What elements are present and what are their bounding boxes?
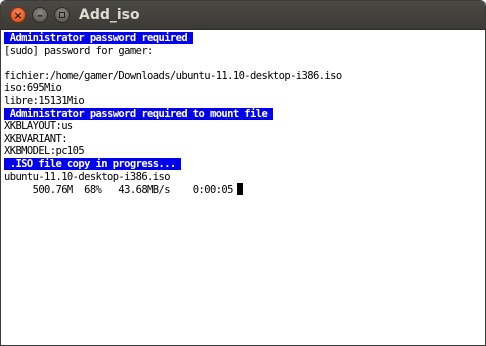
line-text: iso:695Mio bbox=[4, 82, 62, 95]
terminal-line: XKBLAYOUT:us bbox=[4, 120, 485, 133]
terminal-line: [sudo] password for gamer: bbox=[4, 45, 485, 58]
maximize-button[interactable] bbox=[54, 7, 70, 23]
line-text: XKBMODEL:pc105 bbox=[4, 145, 85, 158]
close-icon: × bbox=[13, 8, 23, 22]
close-button[interactable]: × bbox=[10, 7, 26, 23]
minimize-button[interactable]: – bbox=[32, 7, 48, 23]
terminal-line: XKBVARIANT: bbox=[4, 133, 485, 146]
terminal-window: × – Add_iso Administrator password requi… bbox=[0, 0, 486, 346]
terminal-line: ubuntu-11.10-desktop-i386.iso bbox=[4, 171, 485, 184]
progress-status: 500.76M 68% 43.68MB/s 0:00:05 bbox=[4, 184, 234, 197]
terminal-line: fichier:/home/gamer/Downloads/ubuntu-11.… bbox=[4, 70, 485, 83]
terminal-cursor bbox=[236, 183, 243, 196]
window-title: Add_iso bbox=[79, 7, 140, 23]
terminal-line: 500.76M 68% 43.68MB/s 0:00:05 bbox=[4, 183, 485, 196]
terminal-output[interactable]: Administrator password required [sudo] p… bbox=[1, 30, 485, 345]
maximize-icon bbox=[59, 12, 65, 18]
terminal-line: .ISO file copy in progress... bbox=[4, 157, 485, 171]
title-bar[interactable]: × – Add_iso bbox=[1, 1, 485, 30]
line-text: ubuntu-11.10-desktop-i386.iso bbox=[4, 170, 171, 183]
terminal-line: iso:695Mio bbox=[4, 82, 485, 95]
prompt-banner: Administrator password required to mount… bbox=[4, 107, 273, 120]
prompt-banner: Administrator password required bbox=[4, 32, 193, 44]
line-text: XKBVARIANT: bbox=[4, 132, 68, 145]
line-text: XKBLAYOUT:us bbox=[4, 120, 73, 133]
line-text: fichier:/home/gamer/Downloads/ubuntu-11.… bbox=[4, 69, 342, 82]
minimize-icon: – bbox=[37, 8, 43, 22]
terminal-line: libre:15131Mio bbox=[4, 95, 485, 108]
terminal-line: XKBMODEL:pc105 bbox=[4, 145, 485, 158]
line-text: [sudo] password for gamer: bbox=[4, 44, 153, 57]
terminal-line: Administrator password required to mount… bbox=[4, 107, 485, 121]
line-text: libre:15131Mio bbox=[4, 94, 85, 107]
progress-banner: .ISO file copy in progress... bbox=[4, 157, 182, 170]
terminal-line: Administrator password required bbox=[4, 32, 485, 45]
